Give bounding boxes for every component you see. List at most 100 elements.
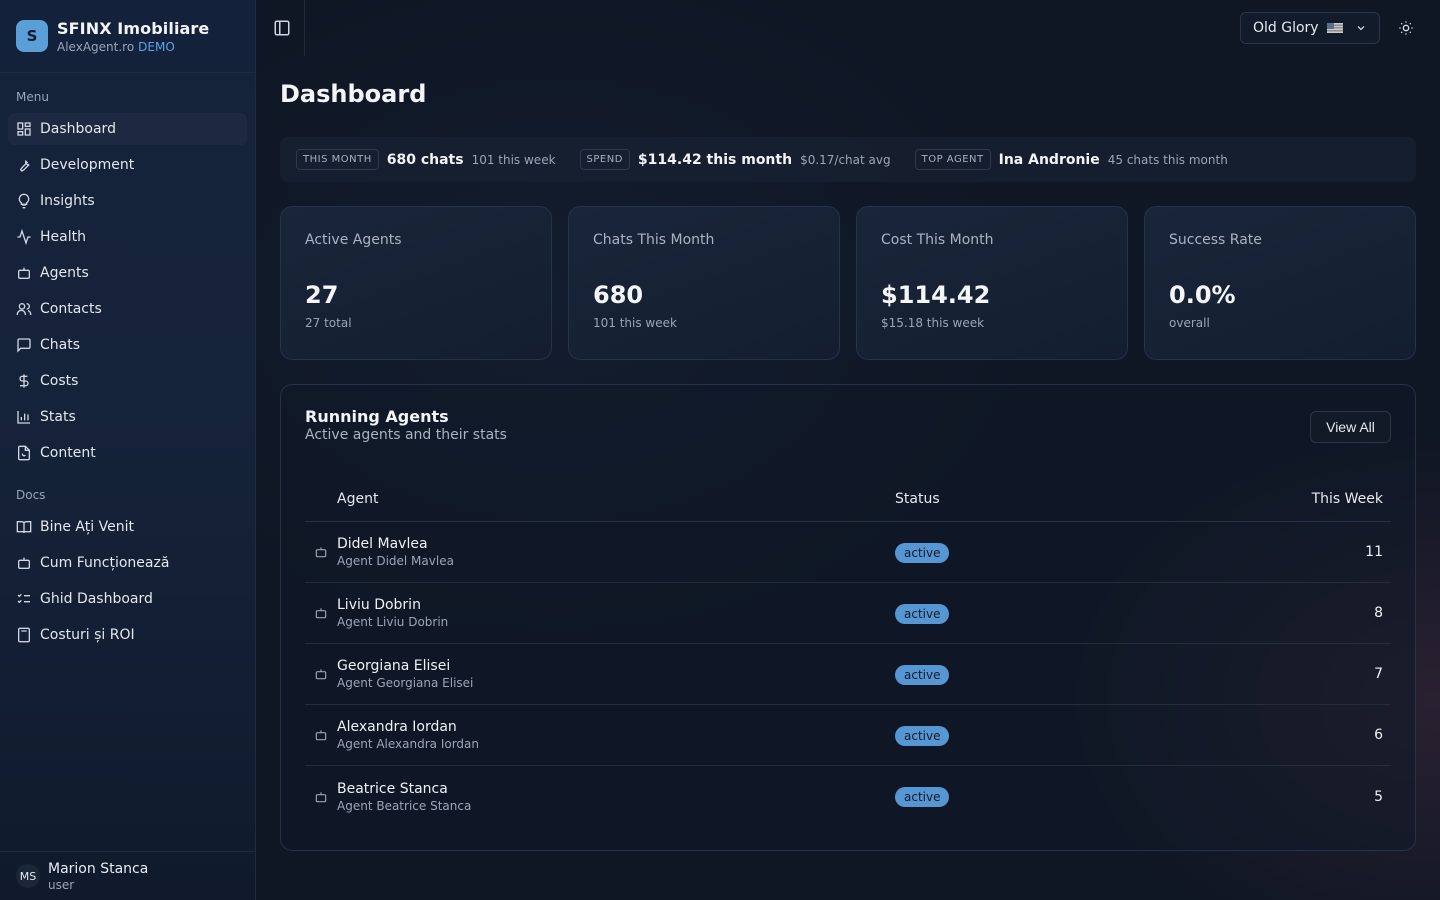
card-value: 27	[305, 281, 339, 309]
sidebar-item-agents[interactable]: Agents	[8, 257, 247, 289]
table-row[interactable]: Georgiana Elisei Agent Georgiana Elisei …	[305, 644, 1391, 705]
status-badge: active	[895, 725, 950, 746]
docs-nav: Bine Ați Venit Cum Funcționează Ghid Das…	[0, 511, 255, 651]
sidebar-item-content[interactable]: Content	[8, 437, 247, 469]
sidebar-item-label: Bine Ați Venit	[40, 519, 134, 535]
avatar: MS	[16, 864, 40, 888]
theme-select[interactable]: Old Glory	[1240, 12, 1380, 44]
summary-tag: SPEND	[579, 149, 630, 170]
sidebar-item-development[interactable]: Development	[8, 149, 247, 181]
panel-subtitle: Active agents and their stats	[305, 427, 507, 443]
status-badge: active	[895, 664, 950, 685]
sidebar-item-health[interactable]: Health	[8, 221, 247, 253]
card-label: Chats This Month	[593, 232, 715, 248]
sidebar-item-chats[interactable]: Chats	[8, 329, 247, 361]
sidebar-item-label: Health	[40, 229, 86, 245]
user-profile[interactable]: MS Marion Stanca user	[0, 851, 255, 900]
sidebar-item-label: Costs	[40, 373, 79, 389]
table-row[interactable]: Didel Mavlea Agent Didel Mavlea active 1…	[305, 522, 1391, 583]
running-agents-panel: Running Agents Active agents and their s…	[280, 384, 1416, 851]
card-subtext: overall	[1169, 316, 1210, 330]
sidebar-item-dashboard-guide[interactable]: Ghid Dashboard	[8, 583, 247, 615]
sidebar-item-contacts[interactable]: Contacts	[8, 293, 247, 325]
sidebar-item-label: Development	[40, 157, 135, 173]
sidebar-item-welcome[interactable]: Bine Ați Venit	[8, 511, 247, 543]
agent-description: Agent Georgiana Elisei	[337, 676, 474, 690]
column-header-status[interactable]: Status	[895, 491, 1275, 507]
sidebar-item-label: Contacts	[40, 301, 102, 317]
sidebar-item-label: Dashboard	[40, 121, 116, 137]
summary-value: Ina Andronie	[998, 151, 1100, 168]
topbar: Old Glory	[256, 0, 1440, 56]
main-content: Old Glory Dashboard THIS MONTH 680 chats…	[256, 0, 1440, 900]
sidebar-item-label: Cum Funcționează	[40, 555, 170, 571]
bot-icon	[305, 667, 337, 681]
user-name: Marion Stanca	[48, 860, 149, 877]
bot-icon	[305, 606, 337, 620]
sun-icon[interactable]	[1398, 20, 1414, 36]
brand-header[interactable]: S SFINX Imobiliare AlexAgent.ro DEMO	[0, 0, 255, 73]
bot-icon	[305, 790, 337, 804]
table-row[interactable]: Alexandra Iordan Agent Alexandra Iordan …	[305, 705, 1391, 766]
week-count: 5	[1374, 788, 1383, 805]
card-label: Success Rate	[1169, 232, 1262, 248]
agent-name: Alexandra Iordan	[337, 719, 457, 735]
week-count: 8	[1374, 605, 1383, 621]
menu-section-label: Menu	[16, 90, 49, 104]
agent-name: Georgiana Elisei	[337, 658, 451, 674]
sidebar-item-label: Costuri și ROI	[40, 627, 135, 643]
view-all-button[interactable]: View All	[1310, 411, 1391, 443]
status-badge: active	[895, 787, 950, 807]
sidebar: S SFINX Imobiliare AlexAgent.ro DEMO Menu…	[0, 0, 256, 900]
dashboard-icon	[16, 121, 32, 137]
agent-name: Liviu Dobrin	[337, 597, 421, 613]
agents-table: Agent Status This Week Didel Mavlea Agen…	[305, 477, 1391, 827]
bot-icon	[305, 728, 337, 742]
sidebar-toggle-icon[interactable]	[273, 19, 291, 37]
stat-cards: Active Agents 27 27 total Chats This Mon…	[280, 206, 1416, 360]
card-value: $114.42	[881, 281, 991, 309]
sidebar-item-costs[interactable]: Costs	[8, 365, 247, 397]
docs-section-label: Docs	[16, 488, 46, 502]
topbar-divider	[304, 0, 305, 56]
column-header-this-week[interactable]: This Week	[1275, 491, 1391, 507]
summary-spend: SPEND $114.42 this month $0.17/chat avg	[579, 149, 891, 170]
agent-description: Agent Didel Mavlea	[337, 554, 454, 568]
column-header-agent[interactable]: Agent	[305, 491, 895, 507]
summary-month: THIS MONTH 680 chats 101 this week	[296, 149, 556, 170]
summary-subtext: $0.17/chat avg	[800, 152, 891, 167]
brand-logo: S	[16, 20, 48, 52]
sidebar-item-insights[interactable]: Insights	[8, 185, 247, 217]
bot-icon	[16, 555, 32, 571]
card-label: Cost This Month	[881, 232, 994, 248]
sidebar-item-label: Insights	[40, 193, 95, 209]
stat-card-success-rate: Success Rate 0.0% overall	[1144, 206, 1416, 360]
user-role: user	[48, 877, 75, 892]
sidebar-item-dashboard[interactable]: Dashboard	[8, 113, 247, 145]
sidebar-item-costs-roi[interactable]: Costuri și ROI	[8, 619, 247, 651]
brand-domain: AlexAgent.ro	[57, 39, 135, 54]
week-count: 7	[1374, 666, 1383, 682]
status-badge: active	[895, 603, 950, 624]
week-count: 6	[1374, 727, 1383, 743]
book-icon	[16, 519, 32, 535]
card-subtext: 101 this week	[593, 316, 677, 330]
panel-title: Running Agents	[305, 407, 449, 426]
sidebar-item-label: Agents	[40, 265, 89, 281]
sidebar-item-stats[interactable]: Stats	[8, 401, 247, 433]
wrench-icon	[16, 157, 32, 173]
table-row[interactable]: Liviu Dobrin Agent Liviu Dobrin active 8	[305, 583, 1391, 644]
stat-card-chats: Chats This Month 680 101 this week	[568, 206, 840, 360]
file-icon	[16, 445, 32, 461]
sidebar-item-label: Chats	[40, 337, 81, 353]
week-count: 11	[1365, 544, 1383, 560]
summary-subtext: 101 this week	[471, 152, 556, 167]
agent-description: Agent Beatrice Stanca	[337, 798, 472, 813]
brand-name: SFINX Imobiliare	[57, 18, 210, 38]
summary-subtext: 45 chats this month	[1107, 152, 1228, 167]
table-row[interactable]: Beatrice Stanca Agent Beatrice Stanca ac…	[305, 766, 1391, 827]
sidebar-item-how-it-works[interactable]: Cum Funcționează	[8, 547, 247, 579]
card-subtext: 27 total	[305, 316, 352, 330]
message-icon	[16, 337, 32, 353]
summary-value: $114.42 this month	[637, 151, 793, 168]
